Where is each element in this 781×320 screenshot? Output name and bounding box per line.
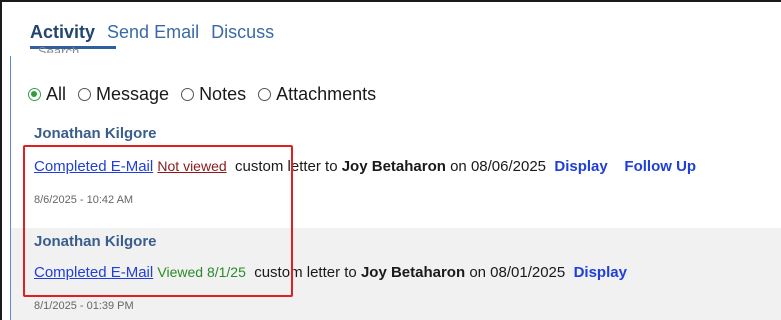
entry-date: on 08/06/2025	[450, 158, 547, 175]
obscured-search-label: Search	[38, 47, 79, 53]
display-button[interactable]: Display	[574, 264, 627, 281]
tab-send-email[interactable]: Send Email	[107, 22, 199, 43]
email-status-viewed: Viewed 8/1/25	[157, 264, 246, 280]
filter-radio-group: All Message Notes Attachments	[28, 84, 388, 105]
entry-description: custom letter to	[254, 264, 357, 281]
entry-line: Completed E-Mail Not viewed custom lette…	[34, 158, 696, 175]
entry-description: custom letter to	[235, 158, 338, 175]
completed-email-link[interactable]: Completed E-Mail	[34, 158, 153, 175]
radio-unchecked-icon[interactable]	[181, 88, 195, 101]
filter-label-all: All	[46, 84, 67, 104]
entry-timestamp: 8/1/2025 - 01:39 PM	[34, 300, 134, 312]
activity-entry: Jonathan Kilgore Completed E-Mail Not vi…	[11, 120, 781, 226]
tab-activity[interactable]: Activity	[30, 22, 95, 43]
entry-timestamp: 8/6/2025 - 10:42 AM	[34, 194, 134, 206]
email-status-not-viewed: Not viewed	[157, 158, 227, 174]
activity-panel: Activity Send Email Discuss Search All M…	[0, 0, 781, 320]
entry-author: Jonathan Kilgore	[34, 125, 157, 142]
completed-email-link[interactable]: Completed E-Mail	[34, 264, 153, 281]
radio-unchecked-icon[interactable]	[78, 88, 92, 101]
filter-option-attachments[interactable]: Attachments	[258, 84, 376, 105]
filter-option-notes[interactable]: Notes	[181, 84, 246, 105]
entry-line: Completed E-Mail Viewed 8/1/25 custom le…	[34, 264, 627, 281]
radio-checked-icon[interactable]	[28, 88, 41, 101]
filter-label-attachments: Attachments	[276, 84, 377, 104]
radio-unchecked-icon[interactable]	[258, 88, 272, 101]
activity-entry: Jonathan Kilgore Completed E-Mail Viewed…	[11, 228, 781, 320]
entry-recipient: Joy Betaharon	[360, 264, 466, 281]
filter-label-message: Message	[96, 84, 170, 104]
entry-recipient: Joy Betaharon	[341, 158, 446, 175]
follow-up-button[interactable]: Follow Up	[624, 158, 696, 175]
entry-date: on 08/01/2025	[469, 264, 566, 281]
filter-option-all[interactable]: All	[28, 84, 66, 105]
filter-label-notes: Notes	[199, 84, 247, 104]
entry-author: Jonathan Kilgore	[34, 233, 157, 250]
display-button[interactable]: Display	[554, 158, 607, 175]
filter-option-message[interactable]: Message	[78, 84, 169, 105]
tab-bar: Activity Send Email Discuss	[30, 22, 274, 43]
tab-discuss[interactable]: Discuss	[211, 22, 274, 43]
